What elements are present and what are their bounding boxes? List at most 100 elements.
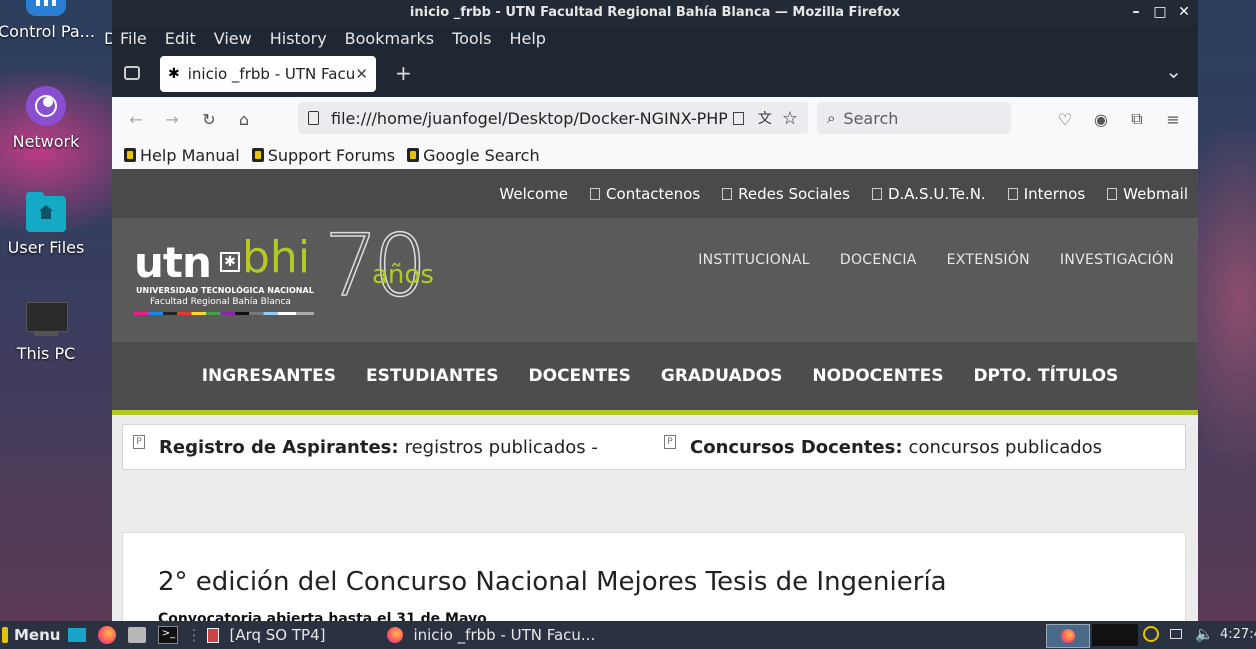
notice-heading: Registro de Aspirantes:: [159, 436, 399, 458]
menu-help[interactable]: Help: [509, 29, 545, 48]
desktop-icon-network[interactable]: Network: [0, 86, 94, 151]
back-arrow-icon[interactable]: ←: [124, 107, 148, 131]
article-title[interactable]: 2° edición del Concurso Nacional Mejores…: [158, 567, 947, 597]
list-all-tabs-button[interactable]: ⌄: [1165, 59, 1182, 83]
nav-docencia[interactable]: DOCENCIA: [840, 252, 917, 268]
link-contactenos[interactable]: Contactenos: [590, 185, 700, 203]
workspace-1-preview[interactable]: [1046, 624, 1090, 648]
pocket-icon[interactable]: ♡: [1053, 107, 1077, 131]
bookmark-favicon-icon: [251, 148, 264, 162]
taskbar-window-label: [Arq SO TP4]: [229, 626, 326, 644]
menu-bookmarks[interactable]: Bookmarks: [345, 29, 434, 48]
volume-icon[interactable]: 🔈: [1195, 625, 1214, 643]
taskbar-separator: ⋮: [186, 626, 202, 644]
computer-monitor-icon: [26, 302, 68, 338]
bookmark-google-search[interactable]: Google Search: [407, 146, 540, 165]
link-label: Contactenos: [606, 184, 701, 203]
section-dpto-titulos[interactable]: DPTO. TÍTULOS: [973, 366, 1118, 386]
taskbar-window-arq-so[interactable]: [Arq SO TP4]: [207, 621, 387, 649]
link-webmail[interactable]: Webmail: [1107, 185, 1188, 203]
desktop-icon-control-panel[interactable]: Control Pa...: [0, 0, 94, 41]
display-icon[interactable]: [1170, 629, 1182, 639]
section-navigation: INGRESANTES ESTUDIANTES DOCENTES GRADUAD…: [112, 342, 1198, 410]
section-docentes[interactable]: DOCENTES: [529, 366, 631, 386]
navigation-toolbar: ← → ↻ ⌂ file:///home/juanfogel/Desktop/D…: [112, 97, 1198, 141]
clock[interactable]: 4:27:4: [1220, 627, 1256, 642]
terminal-launcher-icon[interactable]: >_: [158, 626, 179, 644]
desktop-icon-label: Control Pa...: [0, 22, 94, 41]
extensions-icon[interactable]: ⧉: [1125, 107, 1149, 131]
desktop-icon-this-pc[interactable]: This PC: [0, 302, 94, 363]
new-tab-button[interactable]: +: [395, 61, 412, 85]
utn-favicon-icon: ✱: [168, 66, 180, 82]
menu-file[interactable]: File: [120, 29, 147, 48]
notice-concursos[interactable]: P Concursos Docentes: concursos publicad…: [654, 435, 1185, 458]
taskbar-window-label: inicio _frbb - UTN Facu...: [413, 626, 596, 644]
update-indicator-icon[interactable]: [1143, 626, 1159, 642]
url-bar[interactable]: file:///home/juanfogel/Desktop/Docker-NG…: [298, 102, 808, 134]
workspace-2-preview[interactable]: [1092, 624, 1138, 646]
hamburger-menu-icon[interactable]: ≡: [1161, 107, 1185, 131]
file-page-icon: [308, 111, 319, 125]
section-estudiantes[interactable]: ESTUDIANTES: [366, 366, 499, 386]
notice-heading: Concursos Docentes:: [690, 436, 903, 458]
nav-extension[interactable]: EXTENSIÓN: [947, 252, 1030, 268]
tab-close-icon[interactable]: ✕: [355, 65, 368, 83]
minimize-button[interactable]: –: [1128, 0, 1144, 25]
menu-edit[interactable]: Edit: [165, 29, 196, 48]
news-article: 2° edición del Concurso Nacional Mejores…: [122, 532, 1186, 621]
section-nodocentes[interactable]: NODOCENTES: [812, 366, 943, 386]
menu-bar: File Edit View History Bookmarks Tools H…: [112, 25, 1198, 51]
broken-image-icon: [722, 187, 733, 200]
link-welcome[interactable]: Welcome: [499, 185, 568, 203]
start-menu-button[interactable]: Menu: [14, 626, 60, 644]
firefox-launcher-icon[interactable]: [98, 626, 117, 644]
reader-view-icon[interactable]: [732, 111, 744, 125]
desktop-icon-user-files[interactable]: User Files: [0, 192, 94, 257]
bookmarks-toolbar: Help Manual Support Forums Google Search: [112, 141, 1198, 170]
search-bar[interactable]: ⌕ Search: [817, 102, 1011, 134]
tab-active[interactable]: ✱ inicio _frbb - UTN Facult ✕: [160, 56, 376, 92]
window-titlebar[interactable]: inicio _frbb - UTN Facultad Regional Bah…: [112, 0, 1198, 25]
bookmark-help-manual[interactable]: Help Manual: [124, 146, 240, 165]
menu-view[interactable]: View: [214, 29, 252, 48]
link-internos[interactable]: Internos: [1007, 185, 1085, 203]
show-desktop-icon[interactable]: [68, 628, 87, 642]
section-ingresantes[interactable]: INGRESANTES: [202, 366, 336, 386]
firefox-view-icon[interactable]: [124, 66, 140, 80]
taskbar-window-firefox[interactable]: inicio _frbb - UTN Facu...: [387, 621, 617, 649]
utn-bhi-70-logo[interactable]: utn ✱ bhi UNIVERSIDAD TECNOLÓGICA NACION…: [134, 215, 464, 323]
main-navigation: INSTITUCIONAL DOCENCIA EXTENSIÓN INVESTI…: [698, 252, 1174, 268]
forward-arrow-icon[interactable]: →: [160, 107, 184, 131]
bookmark-star-icon[interactable]: ☆: [782, 108, 798, 129]
nav-institucional[interactable]: INSTITUCIONAL: [698, 252, 810, 268]
file-manager-launcher-icon[interactable]: [128, 627, 147, 643]
home-icon[interactable]: ⌂: [232, 107, 256, 131]
reload-icon[interactable]: ↻: [197, 107, 221, 131]
bookmark-label: Support Forums: [267, 145, 396, 165]
notice-registro[interactable]: P Registro de Aspirantes: registros publ…: [123, 435, 654, 458]
translate-icon[interactable]: 文: [758, 108, 772, 128]
account-icon[interactable]: ◉: [1089, 107, 1113, 131]
tab-title: inicio _frbb - UTN Facult: [187, 65, 356, 83]
notice-bar: P Registro de Aspirantes: registros publ…: [122, 424, 1186, 470]
utn-emblem-icon: ✱: [220, 252, 240, 272]
maximize-button[interactable]: □: [1152, 0, 1168, 25]
network-globe-icon: [26, 86, 66, 126]
search-placeholder: Search: [843, 108, 899, 128]
menu-tools[interactable]: Tools: [452, 29, 491, 48]
taskbar: Menu >_ ⋮ [Arq SO TP4] inicio _frbb - UT…: [0, 621, 1256, 649]
desktop-icon-label: User Files: [7, 238, 85, 257]
section-graduados[interactable]: GRADUADOS: [661, 366, 783, 386]
notice-text: concursos publicados: [908, 436, 1103, 458]
bookmark-favicon-icon: [407, 148, 420, 162]
link-dasuten[interactable]: D.A.S.U.Te.N.: [871, 185, 986, 203]
link-redes-sociales[interactable]: Redes Sociales: [722, 185, 850, 203]
logo-utn-text: utn: [134, 238, 212, 287]
nav-investigacion[interactable]: INVESTIGACIÓN: [1060, 252, 1174, 268]
firefox-window: inicio _frbb - UTN Facultad Regional Bah…: [112, 0, 1198, 621]
bookmark-support-forums[interactable]: Support Forums: [251, 145, 396, 165]
menu-history[interactable]: History: [270, 29, 327, 48]
close-button[interactable]: ✕: [1176, 0, 1192, 25]
logo-color-stripe: [134, 312, 314, 315]
